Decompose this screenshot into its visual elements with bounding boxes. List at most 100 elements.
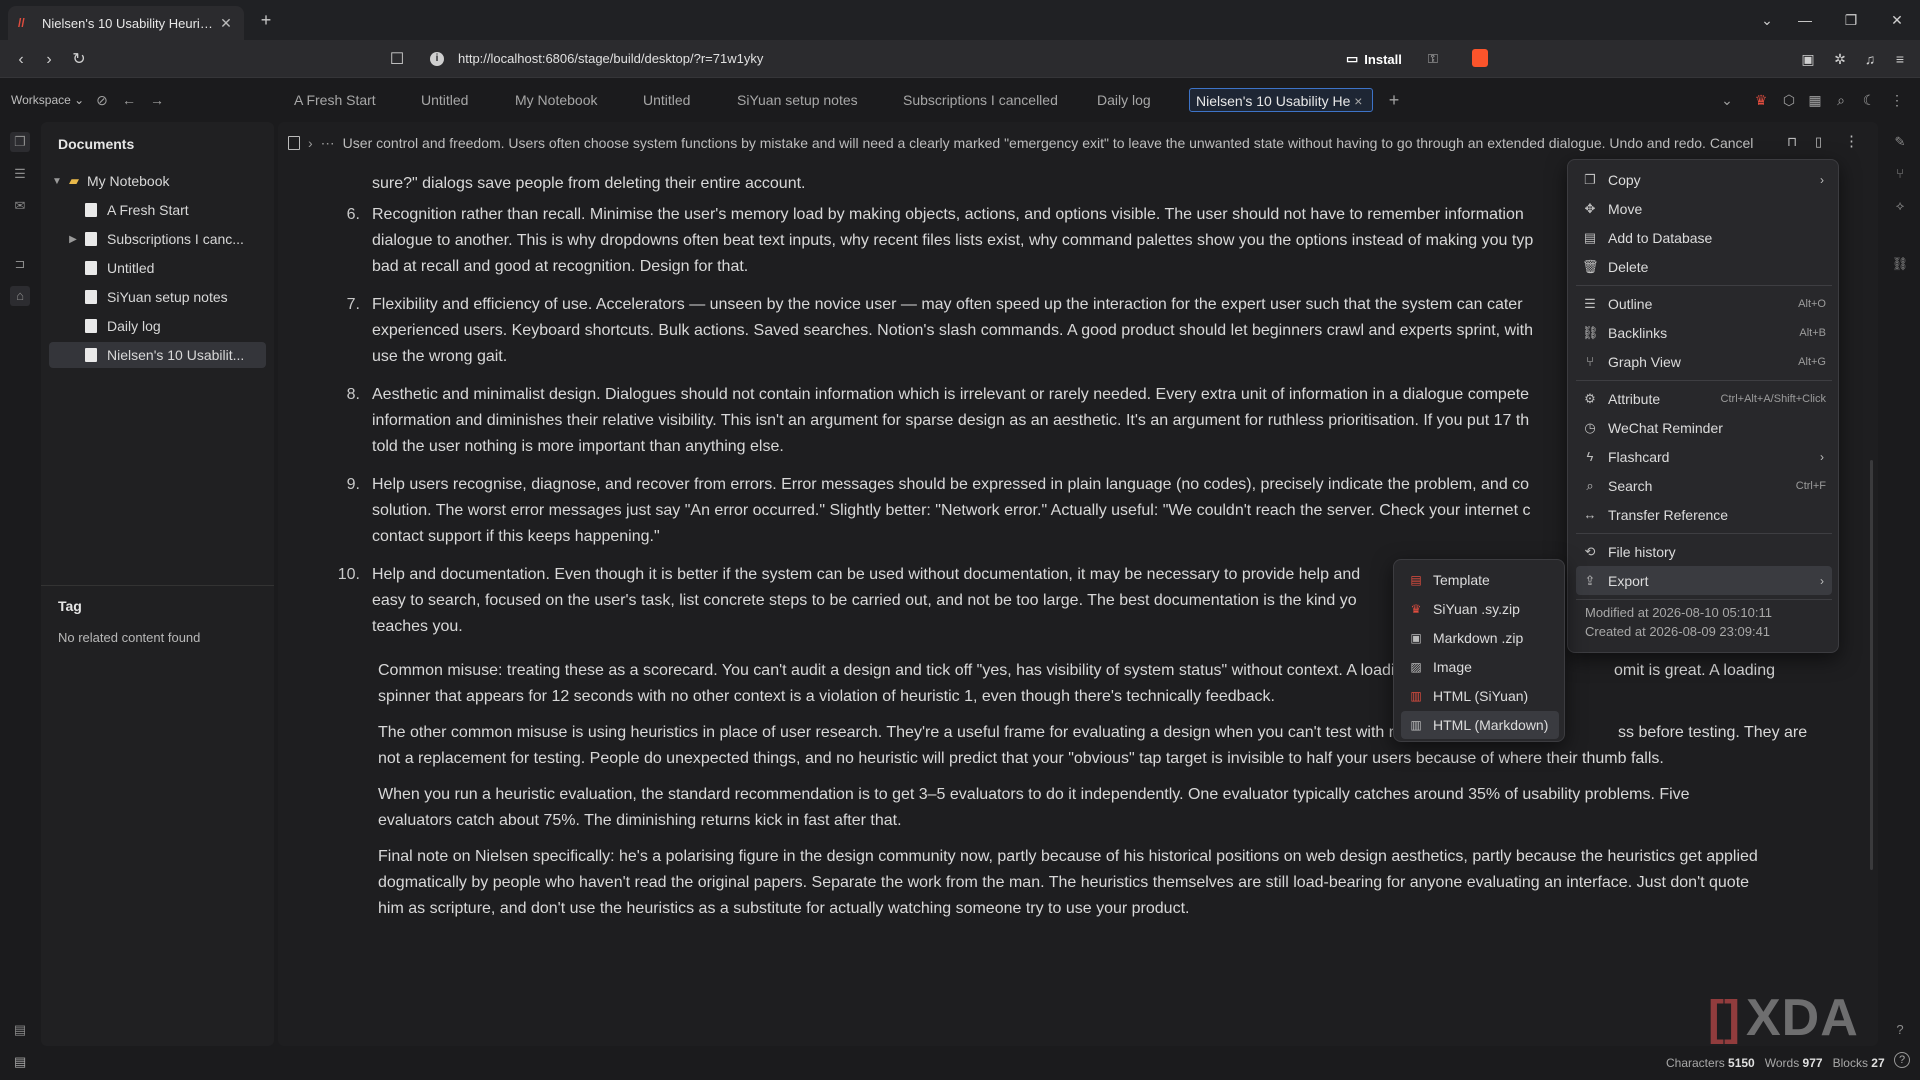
extension-folder-icon[interactable]: ▣ — [1798, 49, 1818, 69]
edit-icon[interactable]: ✎ — [1890, 132, 1910, 152]
file-tree-icon[interactable]: ❐ — [10, 132, 30, 152]
plugin-icon[interactable]: ⬡ — [1780, 91, 1798, 109]
transfer-icon: ↔ — [1583, 507, 1597, 522]
tag-icon[interactable]: ⌂ — [10, 286, 30, 306]
para-line: him as scripture, and don't use the heur… — [378, 900, 1190, 917]
menu-item-add-to-database[interactable]: ▤ Add to Database — [1576, 223, 1832, 252]
chevron-down-icon[interactable]: ⌄ — [1754, 8, 1780, 32]
address-bar[interactable]: i http://localhost:6806/stage/build/desk… — [418, 45, 1500, 73]
menu-item-backlinks[interactable]: ⛓ Backlinks Alt+B — [1576, 318, 1832, 347]
siyuan-logo-icon[interactable]: ♛ — [1752, 91, 1770, 109]
site-info-icon[interactable]: i — [430, 52, 444, 66]
search-icon[interactable]: ⌕ — [1832, 91, 1850, 109]
tab-untitled[interactable]: Untitled — [421, 88, 468, 112]
close-icon[interactable]: ✕ — [218, 15, 234, 31]
menu-item-copy[interactable]: ❐ Copy › — [1576, 165, 1832, 194]
browser-tab[interactable]: // Nielsen's 10 Usability Heuristics - ✕ — [8, 6, 244, 40]
tab-a-fresh-start[interactable]: A Fresh Start — [294, 88, 376, 112]
doc-subscriptions[interactable]: ▶ Subscriptions I canc... — [49, 226, 266, 252]
theme-moon-icon[interactable]: ☾ — [1860, 91, 1878, 109]
window-close-icon[interactable]: ✕ — [1884, 8, 1910, 32]
back-icon[interactable]: ‹ — [10, 49, 32, 71]
export-markdown-zip[interactable]: ▣ Markdown .zip — [1401, 624, 1559, 652]
key-icon[interactable]: ⚿ — [1428, 51, 1438, 67]
outline-icon[interactable]: ☰ — [10, 164, 30, 184]
more-icon[interactable]: ⋮ — [1844, 132, 1859, 150]
install-label: Install — [1364, 51, 1402, 67]
menu-item-flashcard[interactable]: ϟ Flashcard › — [1576, 442, 1832, 471]
brave-shield-icon[interactable] — [1472, 49, 1488, 67]
export-siyuan-zip[interactable]: ♛ SiYuan .sy.zip — [1401, 595, 1559, 623]
document-icon — [85, 203, 97, 217]
menu-item-wechat-reminder[interactable]: ◷ WeChat Reminder — [1576, 413, 1832, 442]
backlink-icon[interactable]: ⛓ — [1890, 254, 1910, 274]
breadcrumb-text[interactable]: User control and freedom. Users often ch… — [343, 135, 1773, 151]
menu-item-attribute[interactable]: ⚙ Attribute Ctrl+Alt+A/Shift+Click — [1576, 384, 1832, 413]
inbox-icon[interactable]: ✉ — [10, 196, 30, 216]
lock-icon[interactable]: ⊓ — [1787, 134, 1797, 150]
export-html-markdown[interactable]: ▥ HTML (Markdown) — [1401, 711, 1559, 739]
doc-daily-log[interactable]: Daily log — [49, 313, 266, 339]
doc-untitled[interactable]: Untitled — [49, 255, 266, 281]
reload-icon[interactable]: ↻ — [68, 49, 90, 71]
tab-my-notebook[interactable]: My Notebook — [515, 88, 597, 112]
menu-item-search[interactable]: ⌕ Search Ctrl+F — [1576, 471, 1832, 500]
close-icon[interactable]: × — [1354, 93, 1362, 109]
menu-item-transfer-reference[interactable]: ↔ Transfer Reference — [1576, 500, 1832, 529]
help-icon[interactable]: ? — [1890, 1020, 1910, 1040]
workspace-menu[interactable]: Workspace ⌄ — [11, 93, 84, 107]
bookmark-icon[interactable]: ☐ — [386, 49, 408, 71]
doc-nielsen-selected[interactable]: Nielsen's 10 Usabilit... — [49, 342, 266, 368]
tab-subscriptions[interactable]: Subscriptions I cancelled — [903, 88, 1059, 112]
chevron-down-icon[interactable]: ▼ — [49, 176, 65, 187]
help-icon[interactable]: ? — [1894, 1052, 1910, 1068]
sync-off-icon[interactable]: ⊘ — [93, 91, 111, 109]
restore-icon[interactable]: ❐ — [1838, 8, 1864, 32]
chevron-right-icon[interactable]: ▶ — [65, 234, 81, 245]
doc-siyuan-setup-notes[interactable]: SiYuan setup notes — [49, 284, 266, 310]
branch-icon[interactable]: ⑂ — [1890, 164, 1910, 184]
tab-list-chevron-icon[interactable]: ⌄ — [1718, 91, 1736, 109]
tab-untitled-2[interactable]: Untitled — [643, 88, 690, 112]
menu-label: Backlinks — [1608, 324, 1668, 341]
menu-item-move[interactable]: ✥ Move — [1576, 194, 1832, 223]
menu-item-file-history[interactable]: ⟲ File history — [1576, 537, 1832, 566]
doc-info-icon[interactable]: ▯ — [1815, 134, 1822, 150]
dock-toggle-icon[interactable]: ▤ — [10, 1020, 30, 1040]
bookmark-icon[interactable]: ⊐ — [10, 254, 30, 274]
forward-arrow-icon[interactable]: → — [148, 91, 166, 109]
menu-icon[interactable]: ≡ — [1890, 49, 1910, 69]
menu-label: Delete — [1608, 258, 1649, 275]
doc-label: Subscriptions I canc... — [107, 231, 244, 247]
tab-siyuan-setup-notes[interactable]: SiYuan setup notes — [737, 88, 858, 112]
scrollbar[interactable] — [1870, 460, 1873, 870]
graph-icon[interactable]: ⟡ — [1890, 196, 1910, 216]
menu-item-delete[interactable]: 🗑 Delete — [1576, 252, 1832, 281]
doc-a-fresh-start[interactable]: A Fresh Start — [49, 197, 266, 223]
dock-toggle-icon[interactable]: ▤ — [14, 1054, 26, 1070]
menu-item-outline[interactable]: ☰ Outline Alt+O — [1576, 289, 1832, 318]
extensions-icon[interactable]: ✲ — [1830, 49, 1850, 69]
menu-item-export[interactable]: ⇪ Export › — [1576, 566, 1832, 595]
para-tail: ss before testing. They are — [1618, 724, 1808, 741]
media-icon[interactable]: ♫ — [1860, 49, 1880, 69]
menu-item-graph-view[interactable]: ⑂ Graph View Alt+G — [1576, 347, 1832, 376]
export-template[interactable]: ▤ Template — [1401, 566, 1559, 594]
minimize-icon[interactable]: — — [1792, 8, 1818, 32]
install-button[interactable]: ▭ Install — [1346, 50, 1402, 68]
notebook-icon: ▰ — [69, 173, 79, 188]
tab-daily-log[interactable]: Daily log — [1097, 88, 1151, 112]
export-image[interactable]: ▨ Image — [1401, 653, 1559, 681]
add-tab-button[interactable]: + — [1385, 91, 1403, 109]
calendar-icon[interactable]: ▦ — [1806, 91, 1824, 109]
forward-icon[interactable]: › — [38, 49, 60, 71]
new-tab-button[interactable]: + — [256, 10, 276, 30]
tab-nielsen-active[interactable]: Nielsen's 10 Usability He × — [1189, 88, 1373, 112]
document-icon[interactable] — [288, 136, 300, 150]
more-icon[interactable]: ⋮ — [1888, 91, 1906, 109]
attribute-icon: ⚙ — [1584, 390, 1596, 406]
notebook-my-notebook[interactable]: ▼ ▰ My Notebook — [49, 168, 266, 194]
submenu-label: Markdown .zip — [1433, 630, 1524, 646]
back-arrow-icon[interactable]: ← — [120, 91, 138, 109]
export-html-siyuan[interactable]: ▥ HTML (SiYuan) — [1401, 682, 1559, 710]
